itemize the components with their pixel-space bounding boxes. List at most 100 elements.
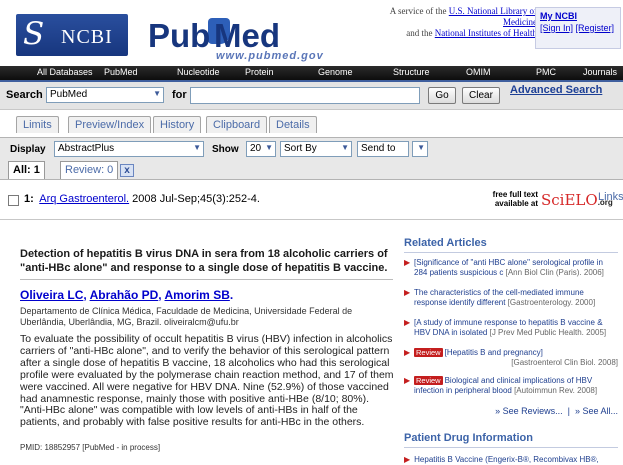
show-label: Show <box>212 144 239 155</box>
related-article[interactable]: ▶ The characteristics of the cell-mediat… <box>404 288 618 307</box>
patient-drug-heading: Patient Drug Information <box>404 432 618 448</box>
affiliation: Departamento de Clínica Médica, Faculdad… <box>20 306 353 327</box>
author-link[interactable]: Oliveira LC <box>20 288 83 302</box>
search-label: Search <box>6 89 43 101</box>
ncbi-logo-label: NCBI <box>61 26 113 48</box>
see-more-row: » See Reviews... | » See All... <box>495 406 618 416</box>
ncbi-logo[interactable]: S NCBI <box>16 14 128 56</box>
feature-tabs: Limits Preview/Index History Clipboard D… <box>0 110 623 137</box>
pubmed-logo-med: Med <box>214 17 280 54</box>
tab-clipboard[interactable]: Clipboard <box>206 116 268 133</box>
title-divider <box>20 279 393 280</box>
nih-link[interactable]: National Institutes of Health <box>435 28 537 38</box>
send-to-dropdown[interactable]: ▼ <box>412 141 428 157</box>
nav-structure[interactable]: Structure <box>393 67 430 77</box>
tab-preview-index[interactable]: Preview/Index <box>68 116 152 133</box>
sort-select-value: Sort By <box>284 143 317 154</box>
links-link[interactable]: Links <box>598 191 623 203</box>
record-number: 1: <box>24 193 34 205</box>
author-link[interactable]: Abrahão PD <box>90 288 159 302</box>
chevron-down-icon: ▼ <box>341 143 349 152</box>
related-article[interactable]: ▶ [Significance of "anti HBC alone" sero… <box>404 258 618 277</box>
record-checkbox[interactable] <box>8 195 19 206</box>
arrow-right-icon: ▶ <box>404 455 411 464</box>
advanced-search-link[interactable]: Advanced Search <box>510 84 602 96</box>
tab-history[interactable]: History <box>153 116 202 133</box>
tab-limits[interactable]: Limits <box>16 116 59 133</box>
nav-pmc[interactable]: PMC <box>536 67 556 77</box>
chevron-down-icon: ▼ <box>417 143 425 152</box>
search-bar: Search PubMed ▼ for Go Clear Advanced Se… <box>0 82 623 110</box>
my-ncbi-box: My NCBI [Sign In] [Register] <box>535 7 621 49</box>
related-article-title[interactable]: [Hepatitis B and pregnancy] <box>445 348 543 357</box>
tab-all-results[interactable]: All: 1 <box>8 161 45 179</box>
pubmed-logo-url: www.pubmed.gov <box>216 50 324 62</box>
pubmed-logo[interactable]: Pub Med www.pubmed.gov <box>148 16 353 63</box>
related-article[interactable]: ▶ Review Biological and clinical implicat… <box>404 376 618 395</box>
page-header: S NCBI Pub Med www.pubmed.gov A service … <box>0 0 623 66</box>
scielo-logo-text: SciELO <box>541 191 598 209</box>
show-count-select[interactable]: 20 ▼ <box>246 141 276 157</box>
nlm-link[interactable]: U.S. National Library of Medicine <box>449 6 537 27</box>
pubmed-logo-pub: Pub <box>148 17 211 54</box>
related-article-source: [Autoimmun Rev. 2008] <box>514 385 598 395</box>
author-list: Oliveira LC, Abrahão PD, Amorim SB. <box>20 288 234 302</box>
database-select[interactable]: PubMed ▼ <box>46 87 164 103</box>
journal-link[interactable]: Arq Gastroenterol. <box>39 193 129 205</box>
citation: 1: Arq Gastroenterol. 2008 Jul-Sep;45(3)… <box>24 193 260 205</box>
arrow-right-icon: ▶ <box>404 318 411 327</box>
service-prefix-2: and the <box>406 28 433 38</box>
database-nav: All Databases PubMed Nucleotide Protein … <box>0 66 623 82</box>
arrow-right-icon: ▶ <box>404 258 411 267</box>
close-icon[interactable]: x <box>120 164 134 177</box>
search-input[interactable] <box>190 87 420 104</box>
free-text-line1: free full text <box>492 190 538 199</box>
related-article-source: [Gastroenterology. 2000] <box>507 297 596 307</box>
tab-review-results[interactable]: Review: 0 <box>60 161 119 179</box>
database-select-value: PubMed <box>50 89 88 100</box>
format-select-value: AbstractPlus <box>58 143 115 154</box>
for-label: for <box>172 89 187 101</box>
citation-details: 2008 Jul-Sep;45(3):252-4. <box>132 193 260 205</box>
sign-in-link[interactable]: [Sign In] <box>540 23 573 33</box>
ncbi-swirl-icon: S <box>23 16 45 52</box>
display-bar: Display AbstractPlus ▼ Show 20 ▼ Sort By… <box>0 137 623 180</box>
arrow-right-icon: ▶ <box>404 348 411 357</box>
record-line: 1: Arq Gastroenterol. 2008 Jul-Sep;45(3)… <box>0 186 623 220</box>
related-article-source: [J Prev Med Public Health. 2005] <box>489 327 607 337</box>
my-ncbi-link[interactable]: My NCBI <box>540 11 577 21</box>
related-article[interactable]: ▶ Review [Hepatitis B and pregnancy] [Gast… <box>404 348 618 367</box>
review-badge: Review <box>414 348 443 357</box>
arrow-right-icon: ▶ <box>404 288 411 297</box>
nav-protein[interactable]: Protein <box>245 67 274 77</box>
nav-journals[interactable]: Journals <box>583 67 617 77</box>
see-all-link[interactable]: » See All... <box>575 406 618 416</box>
author-link[interactable]: Amorim SB <box>165 288 230 302</box>
nav-nucleotide[interactable]: Nucleotide <box>177 67 220 77</box>
tab-details[interactable]: Details <box>269 116 317 133</box>
nav-omim[interactable]: OMIM <box>466 67 491 77</box>
arrow-right-icon: ▶ <box>404 376 411 385</box>
format-select[interactable]: AbstractPlus ▼ <box>54 141 204 157</box>
show-count-value: 20 <box>250 143 262 154</box>
free-text-line2: available at <box>494 199 538 208</box>
register-link[interactable]: [Register] <box>576 23 615 33</box>
drug-item[interactable]: ▶ Hepatitis B Vaccine (Engerix-B®, Recomb… <box>404 455 618 464</box>
review-badge: Review <box>414 376 443 385</box>
clear-button[interactable]: Clear <box>462 87 500 104</box>
related-article-source: [Ann Biol Clin (Paris). 2006] <box>505 267 604 277</box>
drug-item-label[interactable]: Hepatitis B Vaccine (Engerix-B®, Recombi… <box>414 455 599 464</box>
nav-pubmed[interactable]: PubMed <box>104 67 138 77</box>
sort-select[interactable]: Sort By ▼ <box>280 141 352 157</box>
service-notice: A service of the U.S. National Library o… <box>372 6 537 39</box>
nav-all-databases[interactable]: All Databases <box>37 67 93 77</box>
go-button[interactable]: Go <box>428 87 456 104</box>
nav-genome[interactable]: Genome <box>318 67 353 77</box>
related-article-source: [Gastroenterol Clin Biol. 2008] <box>511 357 618 367</box>
see-reviews-link[interactable]: » See Reviews... <box>495 406 563 416</box>
free-full-text-note: free full text available at <box>476 190 538 208</box>
send-to-select[interactable]: Send to <box>357 141 409 157</box>
service-prefix-1: A service of the <box>389 6 447 16</box>
chevron-down-icon: ▼ <box>153 89 161 98</box>
related-article[interactable]: ▶ [A study of immune response to hepatit… <box>404 318 618 337</box>
